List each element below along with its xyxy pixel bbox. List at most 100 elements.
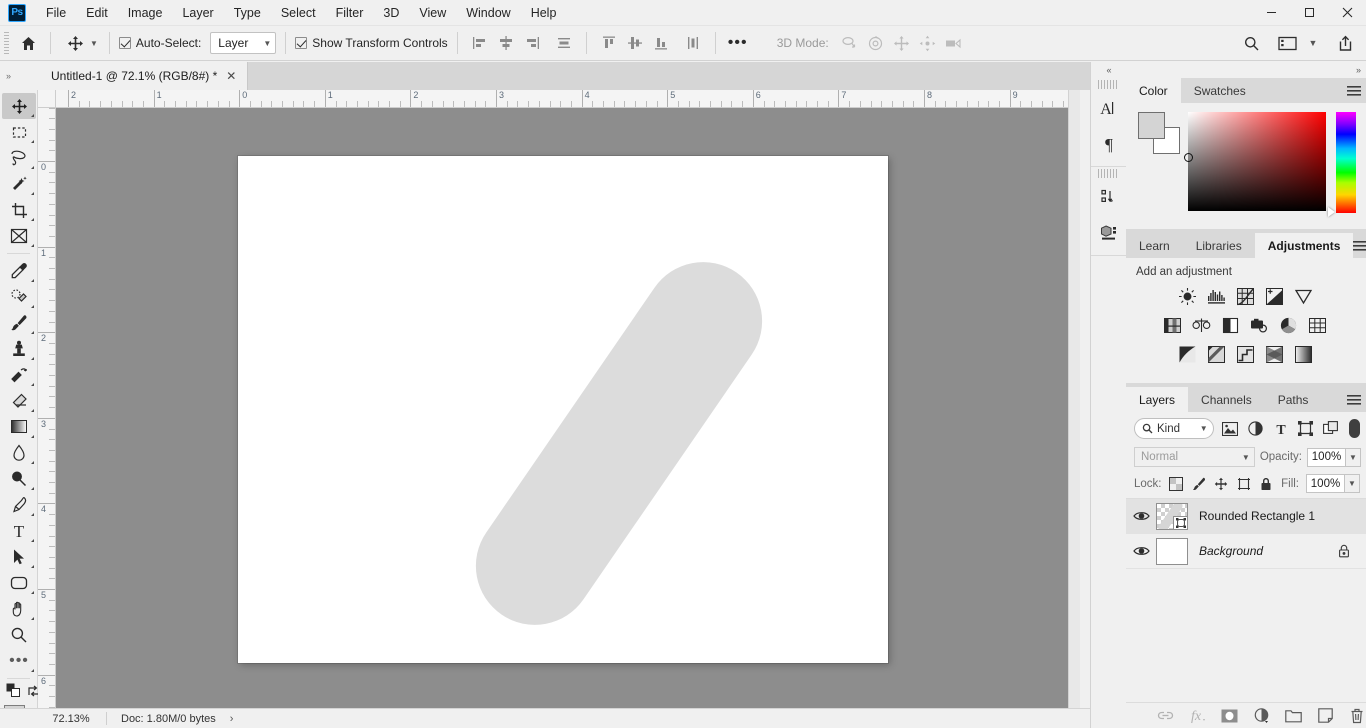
tab-swatches[interactable]: Swatches	[1180, 78, 1259, 103]
layers-panel-menu-icon[interactable]	[1342, 387, 1366, 412]
home-icon[interactable]	[15, 30, 41, 56]
fill-chevron-down-icon[interactable]: ▼	[1345, 474, 1360, 493]
tab-libraries[interactable]: Libraries	[1182, 233, 1255, 258]
status-expand-arrow-icon[interactable]: ›	[230, 713, 234, 725]
threshold-icon[interactable]	[1235, 344, 1255, 364]
fill-value-field[interactable]: 100%	[1306, 474, 1345, 493]
tab-layers[interactable]: Layers	[1126, 387, 1189, 412]
dock-collapse-button[interactable]: «	[1091, 62, 1126, 78]
3d-panel-icon[interactable]	[1091, 215, 1127, 251]
layer-visibility-eye-icon[interactable]	[1126, 545, 1156, 557]
actions-panel-icon[interactable]	[1091, 179, 1127, 215]
frame-tool[interactable]	[2, 223, 36, 249]
hue-saturation-icon[interactable]	[1163, 315, 1183, 335]
default-colors-icon[interactable]	[6, 683, 21, 698]
layer-filter-kind-dropdown[interactable]: Kind ▼	[1134, 418, 1214, 439]
move-tool[interactable]	[2, 93, 36, 119]
align-vertical-centers-icon[interactable]	[622, 30, 648, 56]
auto-select-scope-dropdown[interactable]: Layer ▼	[210, 32, 277, 54]
more-options-button[interactable]: •••	[725, 30, 751, 56]
history-brush-tool[interactable]	[2, 362, 36, 388]
selective-color-icon[interactable]	[1293, 344, 1313, 364]
show-transform-controls-checkbox[interactable]: Show Transform Controls	[295, 36, 448, 50]
dodge-tool[interactable]	[2, 466, 36, 492]
options-bar-grip[interactable]	[4, 32, 9, 54]
color-picker-field[interactable]	[1183, 112, 1326, 211]
filter-adjustment-icon[interactable]	[1246, 419, 1264, 438]
menu-file[interactable]: File	[36, 2, 76, 24]
vertical-ruler[interactable]: 0 1 2 3 4 5 6	[38, 108, 56, 708]
maximize-button[interactable]	[1290, 0, 1328, 26]
orbit-3d-icon[interactable]	[837, 30, 863, 56]
distribute-horizontally-icon[interactable]	[551, 30, 577, 56]
lock-image-pixels-icon[interactable]	[1191, 476, 1207, 492]
minimize-button[interactable]	[1252, 0, 1290, 26]
new-adjustment-layer-icon[interactable]	[1252, 707, 1270, 725]
filter-enable-toggle[interactable]	[1349, 419, 1360, 438]
toolbar-collapse-button[interactable]: »	[0, 62, 38, 90]
photo-filter-icon[interactable]	[1250, 315, 1270, 335]
layer-thumbnail[interactable]	[1156, 537, 1188, 565]
rail-grip[interactable]	[1098, 169, 1119, 178]
hand-tool[interactable]	[2, 596, 36, 622]
link-layers-icon[interactable]	[1156, 707, 1174, 725]
tab-learn[interactable]: Learn	[1126, 233, 1183, 258]
close-button[interactable]	[1328, 0, 1366, 26]
tool-preset-picker[interactable]: ▼	[60, 30, 100, 56]
lasso-tool[interactable]	[2, 145, 36, 171]
hue-slider[interactable]	[1327, 112, 1356, 217]
menu-layer[interactable]: Layer	[172, 2, 223, 24]
menu-type[interactable]: Type	[224, 2, 271, 24]
tab-adjustments[interactable]: Adjustments	[1254, 233, 1354, 258]
curves-icon[interactable]	[1235, 286, 1255, 306]
opacity-chevron-down-icon[interactable]: ▼	[1346, 447, 1361, 467]
canvas-vertical-scrollbar[interactable]	[1068, 90, 1080, 708]
ruler-corner[interactable]	[38, 90, 56, 108]
filter-type-icon[interactable]: T	[1271, 419, 1289, 438]
edit-toolbar-tool[interactable]: •••	[2, 648, 36, 674]
tab-channels[interactable]: Channels	[1188, 387, 1265, 412]
search-icon[interactable]	[1238, 30, 1264, 56]
opacity-value-field[interactable]: 100%	[1307, 447, 1346, 467]
brush-tool[interactable]	[2, 310, 36, 336]
canvas-area[interactable]	[56, 108, 1068, 708]
tool-preset-chevron-down-icon[interactable]: ▼	[90, 39, 98, 48]
workspace-chevron-down-icon[interactable]: ▼	[1300, 30, 1326, 56]
add-layer-mask-icon[interactable]	[1220, 707, 1238, 725]
channel-mixer-icon[interactable]	[1279, 315, 1299, 335]
eyedropper-tool[interactable]	[2, 258, 36, 284]
blur-tool[interactable]	[2, 440, 36, 466]
camera-3d-icon[interactable]	[941, 30, 967, 56]
align-right-edges-icon[interactable]	[519, 30, 545, 56]
distribute-vertically-icon[interactable]	[680, 30, 706, 56]
share-icon[interactable]	[1332, 30, 1358, 56]
delete-layer-icon[interactable]	[1348, 707, 1366, 725]
menu-select[interactable]: Select	[271, 2, 326, 24]
menu-image[interactable]: Image	[118, 2, 173, 24]
menu-3d[interactable]: 3D	[373, 2, 409, 24]
document-tab[interactable]: Untitled-1 @ 72.1% (RGB/8#) * ✕	[38, 62, 249, 90]
gradient-tool[interactable]	[2, 414, 36, 440]
paragraph-panel-icon[interactable]: ¶	[1091, 126, 1127, 162]
show-transform-check-box-icon[interactable]	[295, 37, 308, 49]
lock-transparent-pixels-icon[interactable]	[1169, 476, 1185, 492]
rounded-rectangle-tool[interactable]	[2, 570, 36, 596]
filter-shape-icon[interactable]	[1297, 419, 1315, 438]
pen-tool[interactable]	[2, 492, 36, 518]
layer-name[interactable]: Background	[1188, 544, 1263, 558]
layer-visibility-eye-icon[interactable]	[1126, 510, 1156, 522]
auto-select-checkbox[interactable]: Auto-Select:	[118, 36, 201, 50]
auto-select-check-box-icon[interactable]	[118, 37, 131, 49]
filter-pixel-icon[interactable]	[1221, 419, 1239, 438]
menu-view[interactable]: View	[409, 2, 456, 24]
menu-filter[interactable]: Filter	[326, 2, 374, 24]
menu-window[interactable]: Window	[456, 2, 520, 24]
eraser-tool[interactable]	[2, 388, 36, 414]
clone-stamp-tool[interactable]	[2, 336, 36, 362]
layer-name[interactable]: Rounded Rectangle 1	[1188, 509, 1315, 523]
rounded-rectangle-shape[interactable]	[452, 239, 786, 648]
path-selection-tool[interactable]	[2, 544, 36, 570]
align-top-edges-icon[interactable]	[596, 30, 622, 56]
roll-3d-icon[interactable]	[863, 30, 889, 56]
crop-tool[interactable]	[2, 197, 36, 223]
